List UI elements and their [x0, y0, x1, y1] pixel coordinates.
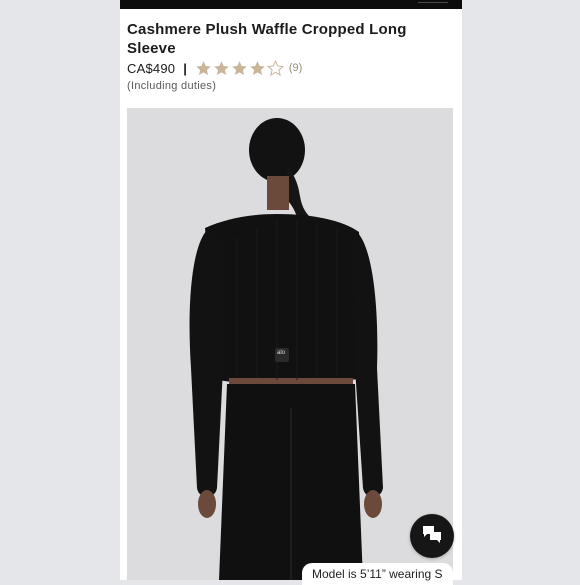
star-filled-icon — [250, 60, 265, 75]
top-bar-indicator — [418, 2, 448, 3]
product-title: Cashmere Plush Waffle Cropped Long Sleev… — [127, 21, 407, 57]
model-info-caption: Model is 5’11” wearing S — [302, 563, 453, 585]
product-price: CA$490 — [127, 60, 176, 76]
star-rating[interactable] — [195, 59, 284, 77]
model-photo — [127, 108, 453, 580]
price-row: CA$490 | (9) — [127, 59, 302, 77]
star-filled-icon — [232, 60, 247, 75]
duties-note: (Including duties) — [127, 80, 217, 92]
review-count-link[interactable]: (9) — [289, 62, 302, 74]
product-image[interactable]: alo — [127, 108, 453, 580]
top-bar — [120, 0, 462, 9]
phone-screen: Cashmere Plush Waffle Cropped Long Sleev… — [120, 0, 462, 580]
star-empty-icon — [266, 59, 284, 76]
price-separator: | — [183, 60, 187, 76]
chat-button[interactable] — [410, 514, 454, 558]
star-filled-icon — [196, 60, 211, 75]
garment-logo-text: alo — [277, 350, 286, 356]
chat-bubbles-icon — [421, 524, 443, 549]
star-filled-icon — [214, 60, 229, 75]
